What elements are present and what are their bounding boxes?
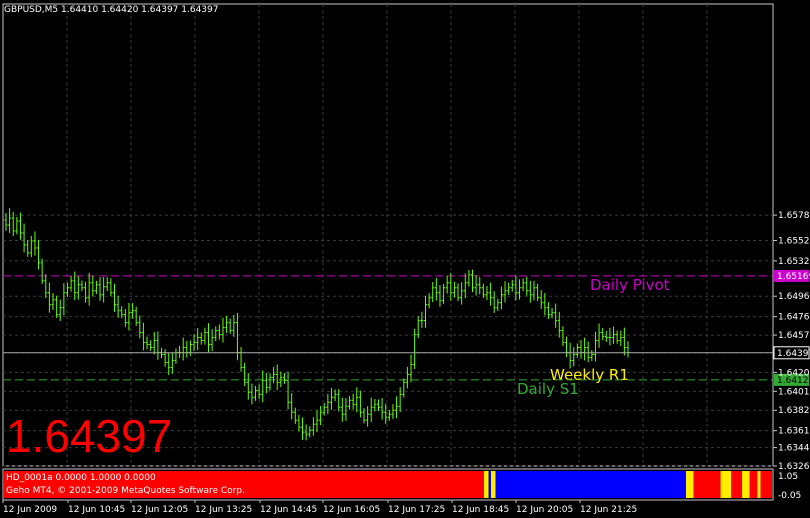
indicator-subwindow: HD_0001a 0.0000 1.0000 0.0000 Geho MT4, ©… xyxy=(2,468,801,501)
indicator-segment xyxy=(731,471,743,498)
price-tick-label: 1.63820 xyxy=(778,406,810,416)
indicator-name: HD_0001a 0.0000 1.0000 0.0000 xyxy=(6,473,156,483)
price-levels: Daily Pivot1.65169Weekly R1Daily S11.641… xyxy=(3,269,810,398)
price-tick-label: 1.63260 xyxy=(778,462,810,472)
time-tick-label: 12 Jun 12:05 xyxy=(131,505,188,515)
time-tick-label: 12 Jun 13:25 xyxy=(195,505,252,515)
price-tick-label: 1.64760 xyxy=(778,313,810,323)
price-tick-label: 1.65320 xyxy=(778,257,810,267)
level-label: Daily Pivot xyxy=(590,276,670,294)
price-chart: Daily Pivot1.65169Weekly R1Daily S11.641… xyxy=(2,3,810,515)
time-tick-label: 12 Jun 16:05 xyxy=(323,505,380,515)
time-tick-label: 12 Jun 10:45 xyxy=(68,505,125,515)
indicator-segment xyxy=(490,471,496,498)
indicator-segment xyxy=(749,471,758,498)
indicator-segment xyxy=(685,471,694,498)
chart-grid xyxy=(2,3,774,467)
time-axis: 12 Jun 2009 12 Jun 10:45 12 Jun 12:05 12 Ju… xyxy=(2,500,637,515)
indicator-tick-label: 1.05 xyxy=(778,472,798,482)
indicator-tick-label: -0.05 xyxy=(778,491,801,501)
indicator-segment xyxy=(495,471,686,498)
price-tick-label: 1.63445 xyxy=(778,444,810,454)
price-tick-label: 1.64965 xyxy=(778,292,810,302)
price-tick-label: 1.64575 xyxy=(778,331,810,341)
chart-title: GBPUSD,M5 1.64410 1.64420 1.64397 1.6439… xyxy=(4,5,218,15)
indicator-copyright: Geho MT4, © 2001-2009 MetaQuotes Softwar… xyxy=(6,486,245,496)
price-tick-label: 1.64010 xyxy=(778,387,810,397)
level-price-label: 1.65169 xyxy=(777,272,810,282)
time-tick-label: 12 Jun 18:45 xyxy=(452,505,509,515)
candles xyxy=(4,208,630,441)
indicator-segment xyxy=(760,471,772,498)
time-tick-label: 12 Jun 2009 xyxy=(3,505,57,515)
level-label: Daily S1 xyxy=(517,380,579,398)
price-tick-label: 1.65780 xyxy=(778,211,810,221)
indicator-segment xyxy=(488,471,491,498)
indicator-segment xyxy=(720,471,732,498)
time-tick-label: 12 Jun 21:25 xyxy=(580,505,637,515)
price-tick-label: 1.65525 xyxy=(778,236,810,246)
price-tick-label: 1.63615 xyxy=(778,427,810,437)
time-tick-label: 12 Jun 14:45 xyxy=(260,505,317,515)
price-tick-label: 1.64200 xyxy=(778,368,810,378)
time-tick-label: 12 Jun 20:05 xyxy=(516,505,573,515)
big-price-readout: 1.64397 xyxy=(6,410,172,462)
current-price-label: 1.64397 xyxy=(777,349,810,359)
indicator-segment xyxy=(742,471,750,498)
indicator-segment xyxy=(484,471,489,498)
plot-frame xyxy=(2,3,774,467)
time-tick-label: 12 Jun 17:25 xyxy=(388,505,445,515)
indicator-segment xyxy=(693,471,721,498)
indicator-segment xyxy=(757,471,761,498)
